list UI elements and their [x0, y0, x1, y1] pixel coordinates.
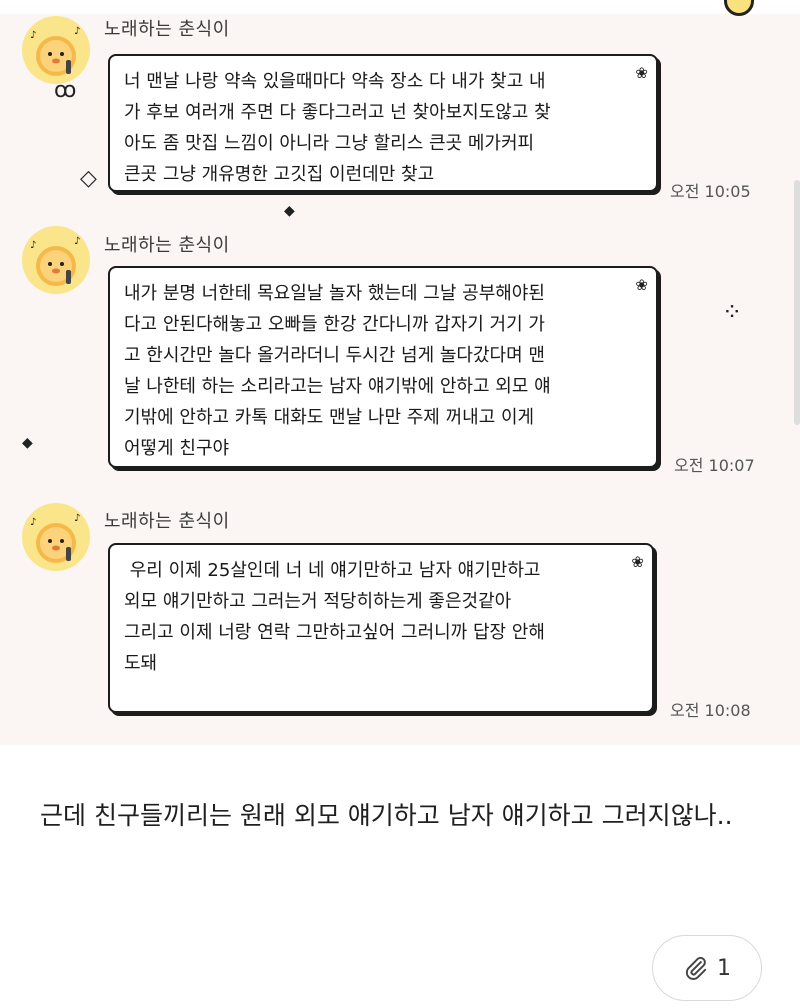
sparkle-icon: ⁘ — [722, 298, 743, 326]
message-line: 기밖에 안하고 카톡 대화도 맨날 나만 주제 꺼내고 이게 — [124, 407, 535, 428]
message-line: 다고 안된다해놓고 오빠들 한강 간다니까 갑자기 거기 가 — [124, 314, 545, 335]
message-line: 아도 좀 맛집 느낌이 아니라 그냥 할리스 큰곳 메가커피 — [124, 133, 535, 154]
avatar: ♪ ♪ — [22, 226, 90, 294]
sender-name: 노래하는 춘식이 — [104, 511, 230, 532]
attachment-count: 1 — [717, 955, 731, 981]
flower-icon: ❀ — [635, 276, 648, 294]
svg-text:♪: ♪ — [74, 513, 80, 524]
flower-icon: ❀ — [631, 553, 644, 571]
message-line: 날 나한테 하는 소리라고는 남자 얘기밖에 안하고 외모 얘 — [124, 376, 551, 397]
attachment-button[interactable]: 1 — [652, 935, 762, 1001]
svg-text:♪: ♪ — [30, 30, 36, 41]
message-line: 어떻게 친구야 — [124, 438, 230, 459]
scrollbar — [794, 180, 800, 425]
diamond-icon: ◆ — [22, 435, 33, 451]
message-line: 외모 얘기만하고 그러는거 적당히하는게 좋은것같아 — [124, 591, 512, 612]
svg-text:♪: ♪ — [74, 236, 80, 247]
avatar: ♪ ♪ — [22, 16, 90, 84]
message-bubble: 우리 이제 25살인데 너 네 얘기만하고 남자 얘기만하고 외모 얘기만하고 … — [108, 543, 654, 713]
message-line: 고 한시간만 놀다 올거라더니 두시간 넘게 놀다갔다며 맨 — [124, 345, 545, 366]
message-line: 우리 이제 25살인데 너 네 얘기만하고 남자 얘기만하고 — [124, 560, 541, 581]
lion-character-icon: ♪ ♪ — [30, 513, 80, 563]
paperclip-icon — [685, 956, 707, 980]
diamond-icon: ◆ — [284, 203, 295, 219]
message-time: 오전 10:07 — [674, 456, 755, 475]
sender-name: 노래하는 춘식이 — [104, 235, 230, 256]
svg-text:♪: ♪ — [30, 517, 36, 528]
message-bubble: 내가 분명 너한테 목요일날 놀자 했는데 그날 공부해야된 다고 안된다해놓고… — [108, 266, 658, 468]
flower-icon: ❀ — [635, 64, 648, 82]
diamond-icon: ◇ — [80, 166, 97, 191]
avatar: ♪ ♪ — [22, 503, 90, 571]
message-line: 그리고 이제 너랑 연락 그만하고싶어 그러니까 답장 안해 — [124, 622, 545, 643]
message-line: 도돼 — [124, 653, 158, 674]
message-line: 너 맨날 나랑 약속 있을때마다 약속 장소 다 내가 찾고 내 — [124, 71, 546, 92]
message-bubble: 너 맨날 나랑 약속 있을때마다 약속 장소 다 내가 찾고 내 가 후보 여러… — [108, 54, 658, 192]
lion-character-icon: ♪ ♪ — [30, 26, 80, 76]
top-strip — [0, 0, 800, 14]
ribbon-icon: ꝏ — [54, 78, 77, 103]
svg-text:♪: ♪ — [74, 26, 80, 37]
sender-name: 노래하는 춘식이 — [104, 19, 230, 40]
post-body-text: 근데 친구들끼리는 원래 외모 얘기하고 남자 얘기하고 그러지않나.. — [40, 801, 733, 830]
chat-screenshot: ♪ ♪ ꝏ 노래하는 춘식이 너 맨날 나랑 약속 있을때마다 약속 장소 다 … — [0, 0, 800, 745]
message-line: 가 후보 여러개 주면 다 좋다그러고 넌 찾아보지도않고 찾 — [124, 102, 551, 123]
message-line: 내가 분명 너한테 목요일날 놀자 했는데 그날 공부해야된 — [124, 283, 545, 304]
message-line: 큰곳 그냥 개유명한 고깃집 이런데만 찾고 — [124, 164, 435, 185]
message-time: 오전 10:05 — [670, 182, 751, 201]
lion-character-icon: ♪ ♪ — [30, 236, 80, 286]
svg-text:♪: ♪ — [30, 240, 36, 251]
message-time: 오전 10:08 — [670, 701, 751, 720]
